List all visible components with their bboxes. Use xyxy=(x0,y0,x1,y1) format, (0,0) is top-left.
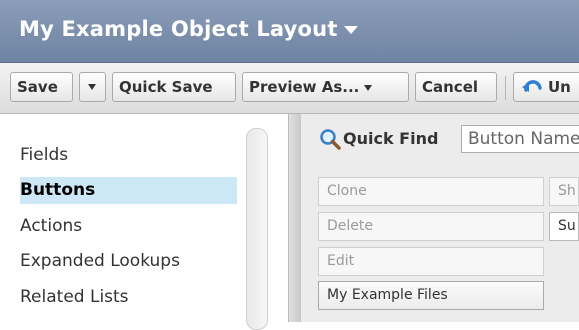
quick-save-button[interactable]: Quick Save xyxy=(112,72,236,102)
undo-icon xyxy=(522,80,542,92)
toolbar-separator xyxy=(505,76,506,100)
layout-title[interactable]: My Example Object Layout xyxy=(19,17,358,41)
undo-label: Un xyxy=(548,78,571,96)
palette-items-panel: Quick Find Button Name Clone Delete Edit… xyxy=(301,114,579,322)
category-expanded-lookups[interactable]: Expanded Lookups xyxy=(20,248,237,275)
category-buttons[interactable]: Buttons xyxy=(20,177,237,204)
palette-button-clone[interactable]: Clone xyxy=(318,177,544,206)
cancel-button[interactable]: Cancel xyxy=(415,72,497,102)
category-actions[interactable]: Actions xyxy=(20,213,237,240)
palette-button-my-example-files[interactable]: My Example Files xyxy=(318,281,544,310)
chevron-down-icon[interactable] xyxy=(343,26,358,34)
category-related-lists[interactable]: Related Lists xyxy=(20,284,237,311)
palette-button-su[interactable]: Su xyxy=(549,212,579,241)
palette-button-edit[interactable]: Edit xyxy=(318,247,544,276)
quick-find-input[interactable]: Button Name xyxy=(461,125,579,153)
chevron-down-icon xyxy=(364,84,373,91)
palette-button-sh[interactable]: Sh xyxy=(549,177,579,206)
save-button[interactable]: Save xyxy=(10,72,73,102)
toolbar: Save Quick Save Preview As... Cancel Un xyxy=(0,63,579,114)
save-menu-button[interactable] xyxy=(79,72,106,102)
panel-divider[interactable] xyxy=(288,114,301,322)
layout-header: My Example Object Layout xyxy=(0,0,579,63)
palette-button-delete[interactable]: Delete xyxy=(318,212,544,241)
preview-as-label: Preview As... xyxy=(249,78,360,96)
category-fields[interactable]: Fields xyxy=(20,142,237,169)
layout-title-text: My Example Object Layout xyxy=(19,17,338,41)
quick-find-label: Quick Find xyxy=(343,129,439,148)
category-scrollbar[interactable] xyxy=(246,128,268,330)
palette-category-list: Fields Buttons Actions Expanded Lookups … xyxy=(0,114,290,330)
chevron-down-icon xyxy=(88,84,96,90)
preview-as-button[interactable]: Preview As... xyxy=(242,72,409,102)
magnifier-icon xyxy=(320,129,341,150)
undo-button[interactable]: Un xyxy=(513,72,579,102)
